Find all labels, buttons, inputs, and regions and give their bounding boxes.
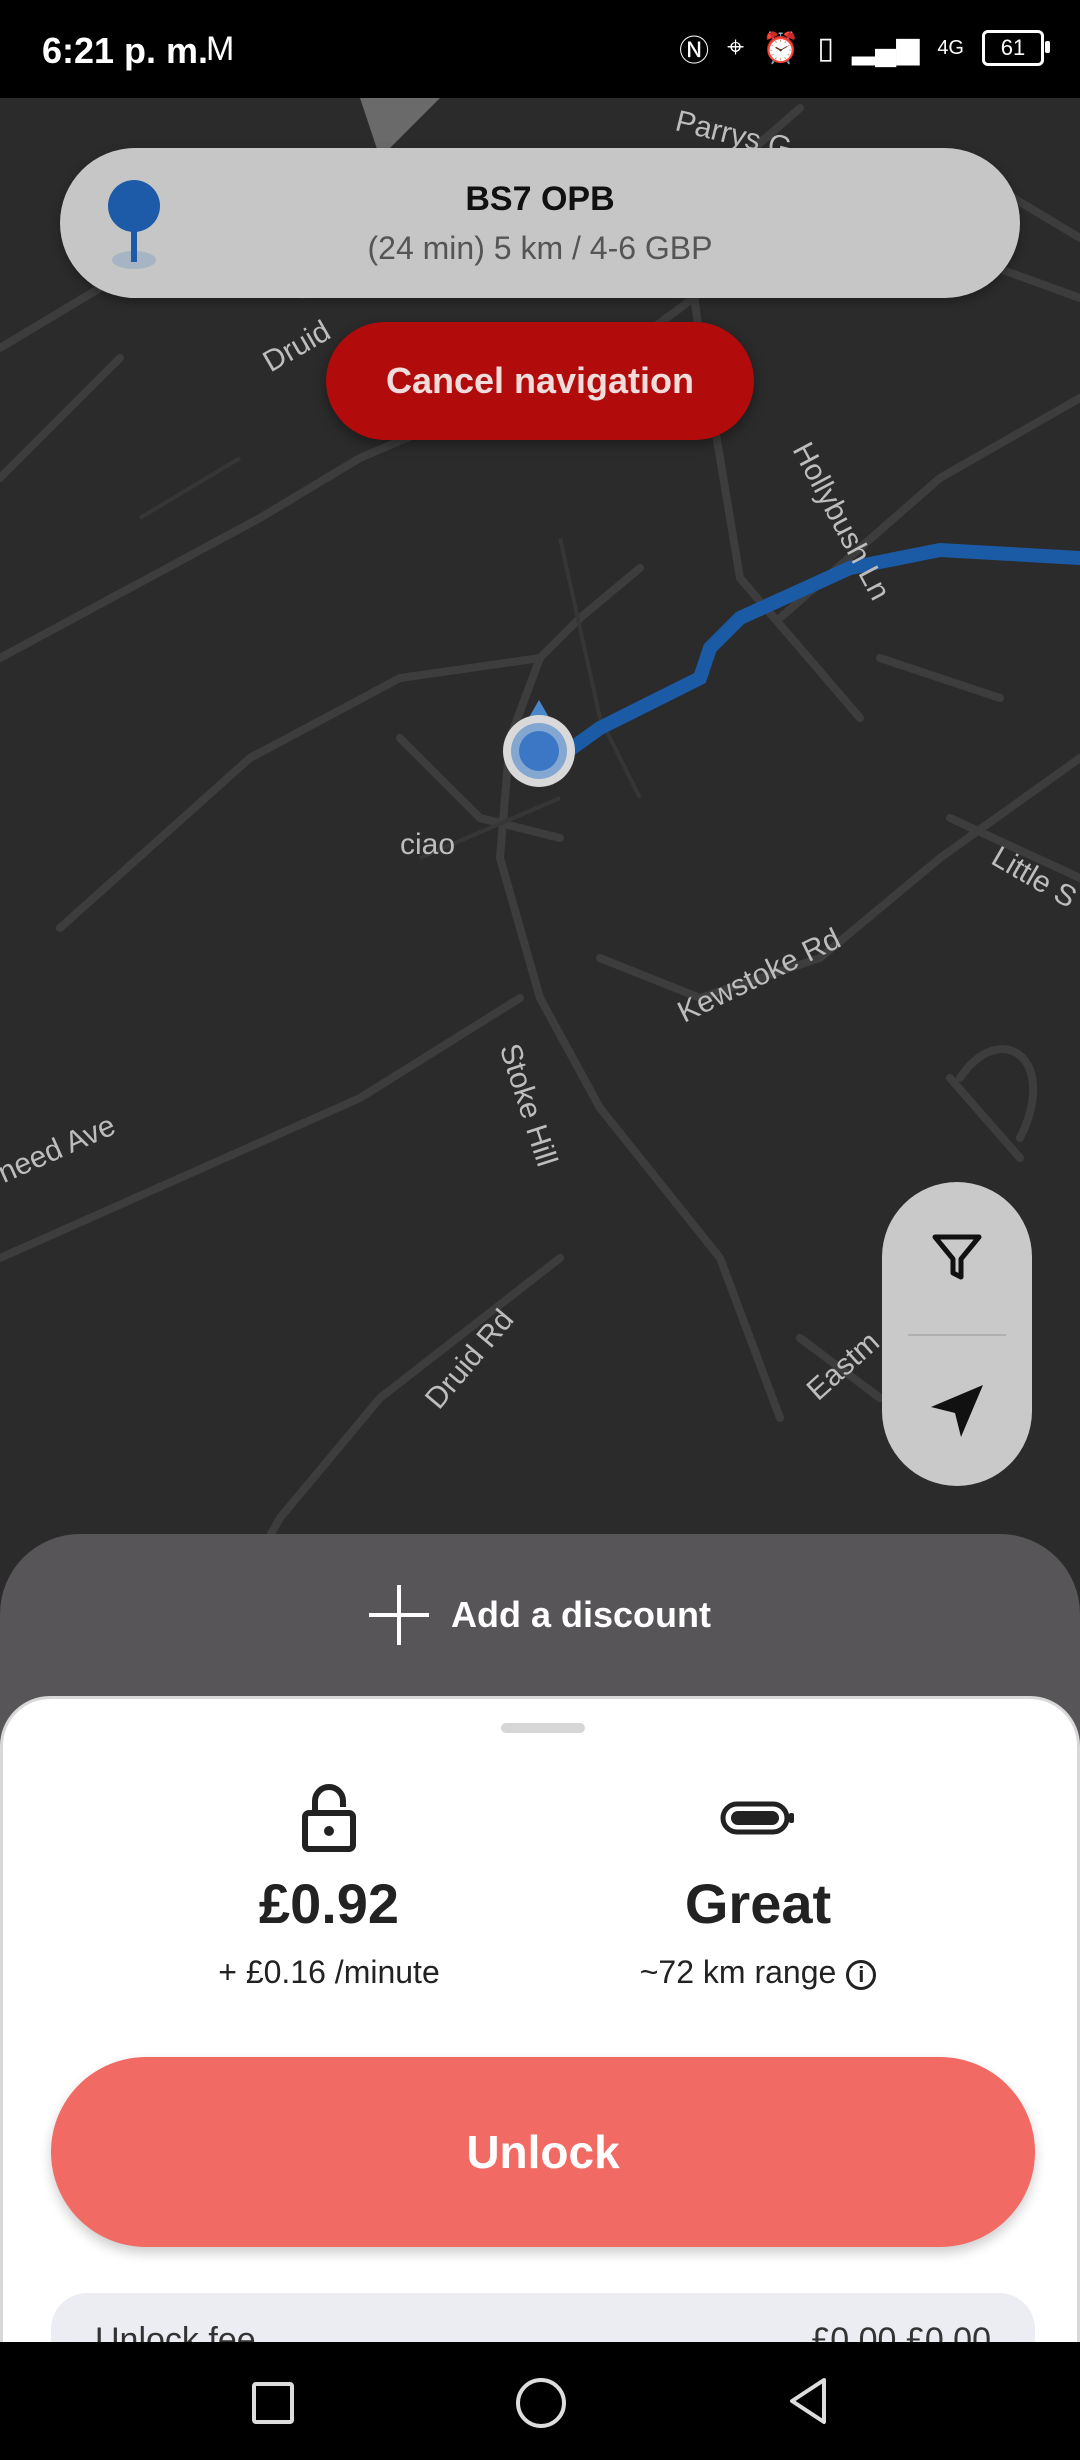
map-controls [882,1182,1032,1486]
alarm-icon: ⏰ [762,31,800,65]
info-icon[interactable]: i [846,1959,877,1990]
status-icons: Ⓝ ⌖ ⏰ ▯ ▂▄▆ 4G 61 [679,26,1050,70]
price-rate: + £0.16 /minute [218,1954,440,1990]
recenter-button[interactable] [882,1336,1032,1486]
status-time: 6:21 p. m. [42,30,209,71]
range-info: ~72 km range i [558,1954,958,1991]
recents-button[interactable] [252,2382,294,2424]
battery-column: Great ~72 km range i [558,1779,958,1991]
filter-button[interactable] [882,1182,1032,1332]
unlock-icon [302,1784,356,1852]
battery-level-icon [720,1801,794,1835]
status-bar: 6:21 p. m. M Ⓝ ⌖ ⏰ ▯ ▂▄▆ 4G 61 [0,0,1080,98]
plus-icon [369,1585,429,1645]
battery-icon: 61 [982,30,1050,66]
destination-subtitle: (24 min) 5 km / 4-6 GBP [367,230,713,266]
battery-level: 61 [1000,35,1026,60]
navigation-arrow-icon [931,1385,983,1437]
destination-card[interactable]: BS7 OPB (24 min) 5 km / 4-6 GBP [60,148,1020,298]
pricing-column: £0.92 + £0.16 /minute [129,1779,529,1991]
cancel-navigation-button[interactable]: Cancel navigation [326,322,754,440]
mail-icon: M [206,30,235,68]
vehicle-sheet: £0.92 + £0.16 /minute Great ~72 km range… [0,1696,1080,2373]
filter-icon [932,1234,982,1280]
home-button[interactable] [516,2378,566,2428]
range-text: ~72 km range [639,1954,837,1990]
user-location-icon [503,700,575,787]
add-discount-label: Add a discount [451,1594,711,1635]
back-button[interactable] [786,2376,830,2426]
location-icon: ⌖ [727,31,745,64]
network-label: 4G [937,36,964,59]
battery-level-text: Great [684,1872,832,1935]
system-nav-bar [0,2342,1080,2460]
nfc-icon: Ⓝ [679,35,710,68]
sheet-handle[interactable] [501,1723,585,1733]
price-value: £0.92 [258,1872,400,1935]
street-label: ciao [400,828,456,861]
destination-title: BS7 OPB [465,180,615,218]
signal-icon: ▂▄▆ [851,31,920,65]
unlock-button[interactable]: Unlock [51,2057,1035,2247]
vibrate-icon: ▯ [817,31,834,65]
